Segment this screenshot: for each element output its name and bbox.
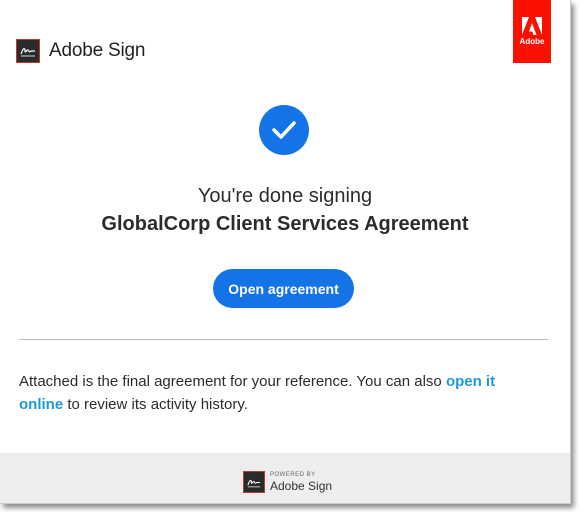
- footer: POWERED BY Adobe Sign: [0, 453, 570, 503]
- adobe-sign-icon: [243, 471, 265, 493]
- info-text-after: to review its activity history.: [63, 396, 248, 413]
- brand-name: Adobe Sign: [49, 40, 146, 61]
- footer-text: POWERED BY Adobe Sign: [270, 472, 332, 493]
- email-card: Adobe Sign Adobe You're done signing Glo…: [0, 0, 571, 504]
- footer-brand-name: Adobe Sign: [270, 478, 333, 493]
- info-paragraph: Attached is the final agreement for your…: [19, 370, 539, 416]
- done-signing-text: You're done signing: [197, 185, 373, 207]
- brand-header: Adobe Sign: [16, 39, 145, 63]
- checkmark-icon: [259, 105, 309, 155]
- info-text-before: Attached is the final agreement for your…: [19, 373, 446, 390]
- open-agreement-button[interactable]: Open agreement: [213, 269, 354, 308]
- adobe-logo-icon: [522, 17, 542, 35]
- adobe-corner-badge: Adobe: [513, 0, 551, 63]
- adobe-sign-icon: [16, 39, 40, 63]
- powered-by-brand: POWERED BY Adobe Sign: [243, 471, 332, 493]
- divider: [19, 339, 548, 340]
- adobe-badge-label: Adobe: [519, 37, 545, 46]
- powered-by-label: POWERED BY: [270, 471, 316, 478]
- agreement-title: GlobalCorp Client Services Agreement: [101, 213, 469, 235]
